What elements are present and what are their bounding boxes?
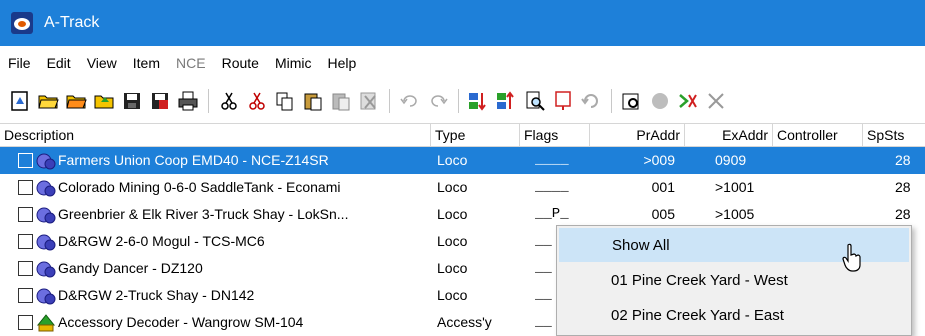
- print-icon[interactable]: [177, 90, 199, 112]
- toolbar-separator: [208, 89, 209, 113]
- column-type[interactable]: Type: [431, 124, 520, 147]
- row-description: Farmers Union Coop EMD40 - NCE-Z14SR: [58, 152, 329, 168]
- undo-icon[interactable]: [399, 90, 421, 112]
- row-exaddr: 0909: [715, 152, 747, 168]
- row-spsts: 28: [895, 179, 911, 195]
- sort-alt-icon[interactable]: [496, 90, 518, 112]
- row-type: Loco: [437, 179, 468, 195]
- copy-icon[interactable]: [274, 90, 296, 112]
- accessory-decoder-icon: [36, 314, 56, 332]
- new-icon[interactable]: [9, 90, 31, 112]
- menu-bar: File Edit View Item NCE Route Mimic Help: [0, 46, 925, 79]
- locomotive-icon: [36, 153, 56, 170]
- row-exaddr: >1001: [715, 179, 755, 195]
- row-checkbox[interactable]: [18, 261, 33, 276]
- row-checkbox[interactable]: [18, 180, 33, 195]
- refresh-icon[interactable]: [580, 90, 602, 112]
- save-as-icon[interactable]: [149, 90, 171, 112]
- menu-mimic[interactable]: Mimic: [267, 55, 320, 71]
- row-checkbox[interactable]: [18, 153, 33, 168]
- menu-file[interactable]: File: [0, 55, 39, 71]
- menu-edit[interactable]: Edit: [39, 55, 79, 71]
- row-description: Accessory Decoder - Wangrow SM-104: [58, 314, 304, 330]
- find-icon[interactable]: [524, 90, 546, 112]
- row-type: Loco: [437, 233, 468, 249]
- settings-icon[interactable]: [621, 90, 643, 112]
- paste-disabled-icon[interactable]: [330, 90, 352, 112]
- open-alt-icon[interactable]: [65, 90, 87, 112]
- row-flags: __P_: [535, 206, 569, 222]
- toolbar-separator: [611, 89, 612, 113]
- context-menu: Show All 01 Pine Creek Yard - West 02 Pi…: [556, 225, 912, 336]
- route-icon[interactable]: [677, 90, 699, 112]
- row-description: D&RGW 2-6-0 Mogul - TCS-MC6: [58, 233, 265, 249]
- paste-icon[interactable]: [302, 90, 324, 112]
- cut-alt-icon[interactable]: [246, 90, 268, 112]
- toolbar-separator: [458, 89, 459, 113]
- row-flags: ____: [535, 179, 569, 195]
- row-type: Loco: [437, 152, 468, 168]
- save-icon[interactable]: [121, 90, 143, 112]
- column-description[interactable]: Description: [0, 124, 431, 147]
- record-icon[interactable]: [649, 90, 671, 112]
- open-icon[interactable]: [37, 90, 59, 112]
- table-row[interactable]: Greenbrier & Elk River 3-Truck Shay - Lo…: [0, 201, 925, 228]
- column-flags[interactable]: Flags: [520, 124, 590, 147]
- menu-help[interactable]: Help: [319, 55, 364, 71]
- open-folder-icon[interactable]: [93, 90, 115, 112]
- cut-icon[interactable]: [218, 90, 240, 112]
- locomotive-icon: [36, 234, 56, 251]
- table-row[interactable]: Farmers Union Coop EMD40 - NCE-Z14SR Loc…: [0, 147, 925, 174]
- delete-disabled-icon[interactable]: [358, 90, 380, 112]
- menu-item-pine-creek-east[interactable]: 02 Pine Creek Yard - East: [559, 299, 909, 333]
- row-praddr: >009: [643, 152, 675, 168]
- column-controller[interactable]: Controller: [773, 124, 863, 147]
- row-description: Gandy Dancer - DZ120: [58, 260, 203, 276]
- menu-view[interactable]: View: [79, 55, 125, 71]
- row-description: Greenbrier & Elk River 3-Truck Shay - Lo…: [58, 206, 349, 222]
- toolbar: [0, 79, 925, 123]
- window-title: A-Track: [44, 14, 100, 31]
- row-praddr: 001: [651, 179, 675, 195]
- row-flags: ____: [535, 152, 569, 168]
- locomotive-icon: [36, 207, 56, 224]
- more-icon[interactable]: [705, 90, 727, 112]
- column-exaddr[interactable]: ExAddr: [685, 124, 773, 147]
- menu-item[interactable]: Item: [125, 55, 168, 71]
- toolbar-separator: [389, 89, 390, 113]
- locomotive-icon: [36, 261, 56, 278]
- table-row[interactable]: Colorado Mining 0-6-0 SaddleTank - Econa…: [0, 174, 925, 201]
- row-exaddr: >1005: [715, 206, 755, 222]
- properties-icon[interactable]: [552, 90, 574, 112]
- menu-nce[interactable]: NCE: [168, 55, 214, 71]
- row-description: Colorado Mining 0-6-0 SaddleTank - Econa…: [58, 179, 341, 195]
- row-type: Loco: [437, 287, 468, 303]
- row-type: Access'y: [437, 314, 492, 330]
- row-checkbox[interactable]: [18, 207, 33, 222]
- row-type: Loco: [437, 206, 468, 222]
- row-spsts: 28: [895, 206, 911, 222]
- column-praddr[interactable]: PrAddr: [590, 124, 685, 147]
- mouse-cursor-icon: [842, 243, 861, 272]
- sort-icon[interactable]: [468, 90, 490, 112]
- locomotive-icon: [36, 288, 56, 305]
- row-checkbox[interactable]: [18, 288, 33, 303]
- column-header: Description Type Flags PrAddr ExAddr Con…: [0, 123, 925, 147]
- row-praddr: 005: [651, 206, 675, 222]
- locomotive-icon: [36, 180, 56, 197]
- title-bar: A-Track: [0, 0, 925, 46]
- column-spsts[interactable]: SpSts: [863, 124, 925, 147]
- row-spsts: 28: [895, 152, 911, 168]
- redo-icon[interactable]: [427, 90, 449, 112]
- row-checkbox[interactable]: [18, 315, 33, 330]
- row-description: D&RGW 2-Truck Shay - DN142: [58, 287, 255, 303]
- menu-route[interactable]: Route: [214, 55, 267, 71]
- row-type: Loco: [437, 260, 468, 276]
- row-checkbox[interactable]: [18, 234, 33, 249]
- atrack-app-icon: [11, 12, 33, 34]
